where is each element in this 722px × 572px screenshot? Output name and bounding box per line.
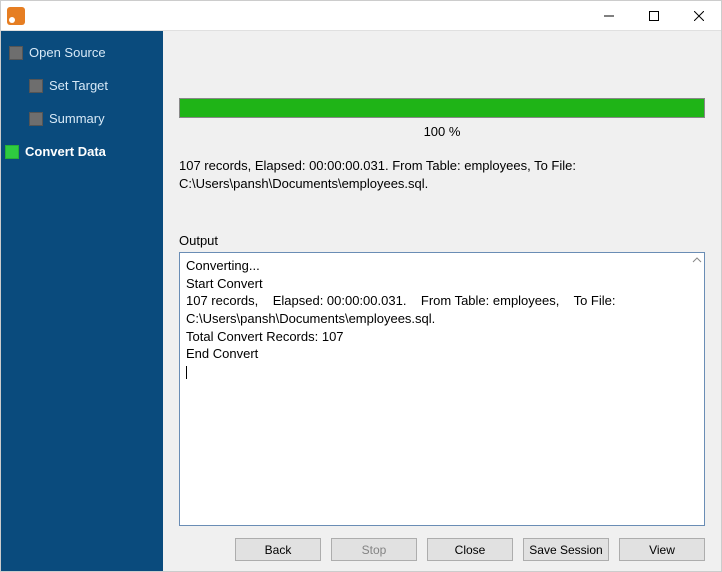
output-textarea[interactable]: Converting... Start Convert 107 records,… bbox=[179, 252, 705, 526]
scroll-up-icon bbox=[692, 255, 702, 265]
sidebar-item-label: Convert Data bbox=[25, 144, 106, 159]
stop-button[interactable]: Stop bbox=[331, 538, 417, 561]
minimize-button[interactable] bbox=[586, 1, 631, 30]
maximize-button[interactable] bbox=[631, 1, 676, 30]
sidebar-item-label: Open Source bbox=[29, 45, 106, 60]
window-controls bbox=[586, 1, 721, 30]
step-box-icon bbox=[29, 112, 43, 126]
progress-area: 100 % bbox=[179, 98, 705, 139]
sidebar-item-open-source[interactable]: Open Source bbox=[1, 41, 163, 64]
sidebar-item-set-target[interactable]: Set Target bbox=[1, 74, 163, 97]
save-session-button[interactable]: Save Session bbox=[523, 538, 609, 561]
sidebar-item-convert-data[interactable]: Convert Data bbox=[1, 140, 163, 163]
status-text: 107 records, Elapsed: 00:00:00.031. From… bbox=[179, 157, 705, 193]
main-panel: 100 % 107 records, Elapsed: 00:00:00.031… bbox=[163, 31, 721, 571]
close-window-button[interactable] bbox=[676, 1, 721, 30]
output-label: Output bbox=[179, 233, 705, 248]
app-window: Open Source Set Target Summary Convert D… bbox=[0, 0, 722, 572]
back-button[interactable]: Back bbox=[235, 538, 321, 561]
step-box-icon bbox=[5, 145, 19, 159]
close-icon bbox=[694, 11, 704, 21]
text-cursor bbox=[186, 366, 187, 379]
button-bar: Back Stop Close Save Session View bbox=[179, 538, 705, 561]
output-content: Converting... Start Convert 107 records,… bbox=[186, 258, 619, 361]
sidebar-item-label: Set Target bbox=[49, 78, 108, 93]
view-button[interactable]: View bbox=[619, 538, 705, 561]
sidebar-item-label: Summary bbox=[49, 111, 105, 126]
wizard-sidebar: Open Source Set Target Summary Convert D… bbox=[1, 31, 163, 571]
maximize-icon bbox=[649, 11, 659, 21]
step-box-icon bbox=[9, 46, 23, 60]
body: Open Source Set Target Summary Convert D… bbox=[1, 31, 721, 571]
progress-bar bbox=[179, 98, 705, 118]
app-icon bbox=[7, 7, 25, 25]
progress-percent-label: 100 % bbox=[179, 124, 705, 139]
titlebar bbox=[1, 1, 721, 31]
step-box-icon bbox=[29, 79, 43, 93]
close-button[interactable]: Close bbox=[427, 538, 513, 561]
sidebar-item-summary[interactable]: Summary bbox=[1, 107, 163, 130]
minimize-icon bbox=[604, 11, 614, 21]
